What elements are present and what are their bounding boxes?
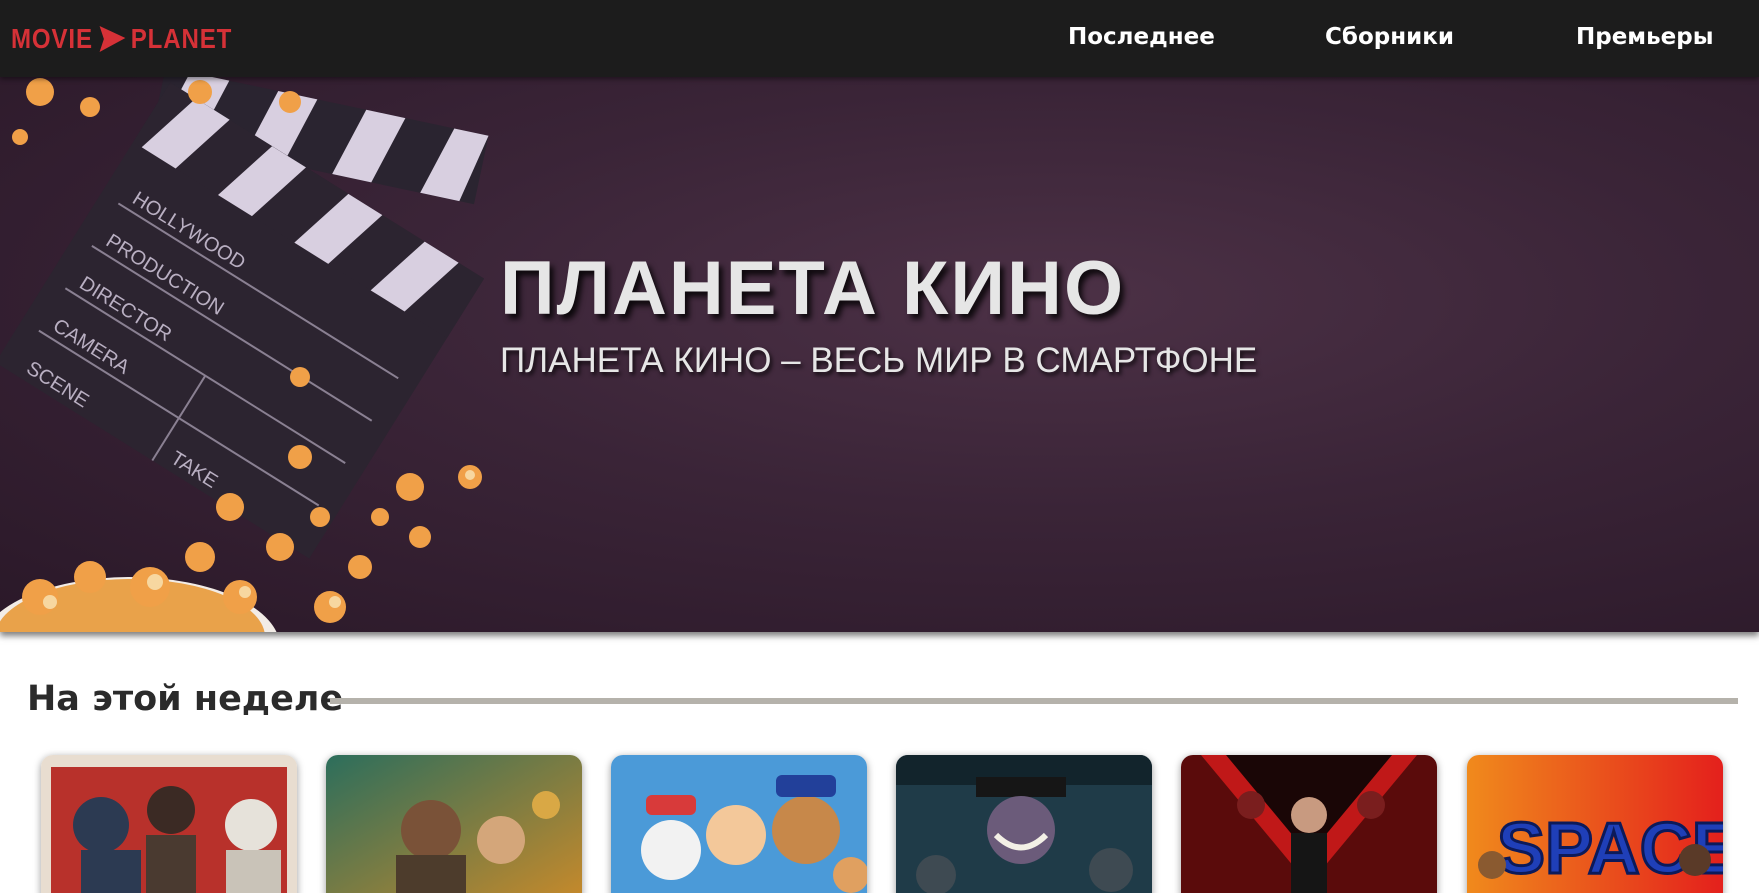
top-navbar: MOVIE PLANET Последнее Сборники Премьеры [0, 0, 1759, 77]
hero-subtitle: ПЛАНЕТА КИНО – ВЕСЬ МИР В СМАРТФОНЕ [500, 341, 1258, 380]
nav-collections[interactable]: Сборники [1325, 24, 1454, 50]
nav-premieres[interactable]: Премьеры [1576, 24, 1714, 50]
movie-poster-4[interactable] [896, 755, 1152, 893]
movie-poster-icon [41, 755, 297, 893]
movie-poster-2[interactable] [326, 755, 582, 893]
logo-text-movie: MOVIE [11, 23, 93, 54]
movie-poster-icon [896, 755, 1152, 893]
movie-poster-5[interactable] [1181, 755, 1437, 893]
movie-poster-icon: SPACE [1467, 755, 1723, 893]
nav-latest[interactable]: Последнее [1068, 24, 1215, 50]
movie-poster-icon [1181, 755, 1437, 893]
poster-row: SPACE [0, 755, 1759, 893]
movie-poster-1[interactable] [41, 755, 297, 893]
movie-poster-icon [611, 755, 867, 893]
logo[interactable]: MOVIE PLANET [11, 22, 232, 56]
movie-poster-icon [326, 755, 582, 893]
logo-text-planet: PLANET [130, 23, 233, 54]
section-divider [330, 698, 1738, 704]
hero-banner: HOLLYWOOD PRODUCTION DIRECTOR CAMERA SCE… [0, 77, 1759, 632]
hero-title: ПЛАНЕТА КИНО [500, 246, 1126, 331]
play-arrow-icon [99, 26, 126, 52]
movie-poster-3[interactable] [611, 755, 867, 893]
section-title-this-week: На этой неделе [27, 679, 344, 719]
movie-poster-6[interactable]: SPACE [1467, 755, 1723, 893]
clapperboard-popcorn-illustration: HOLLYWOOD PRODUCTION DIRECTOR CAMERA SCE… [0, 77, 489, 632]
